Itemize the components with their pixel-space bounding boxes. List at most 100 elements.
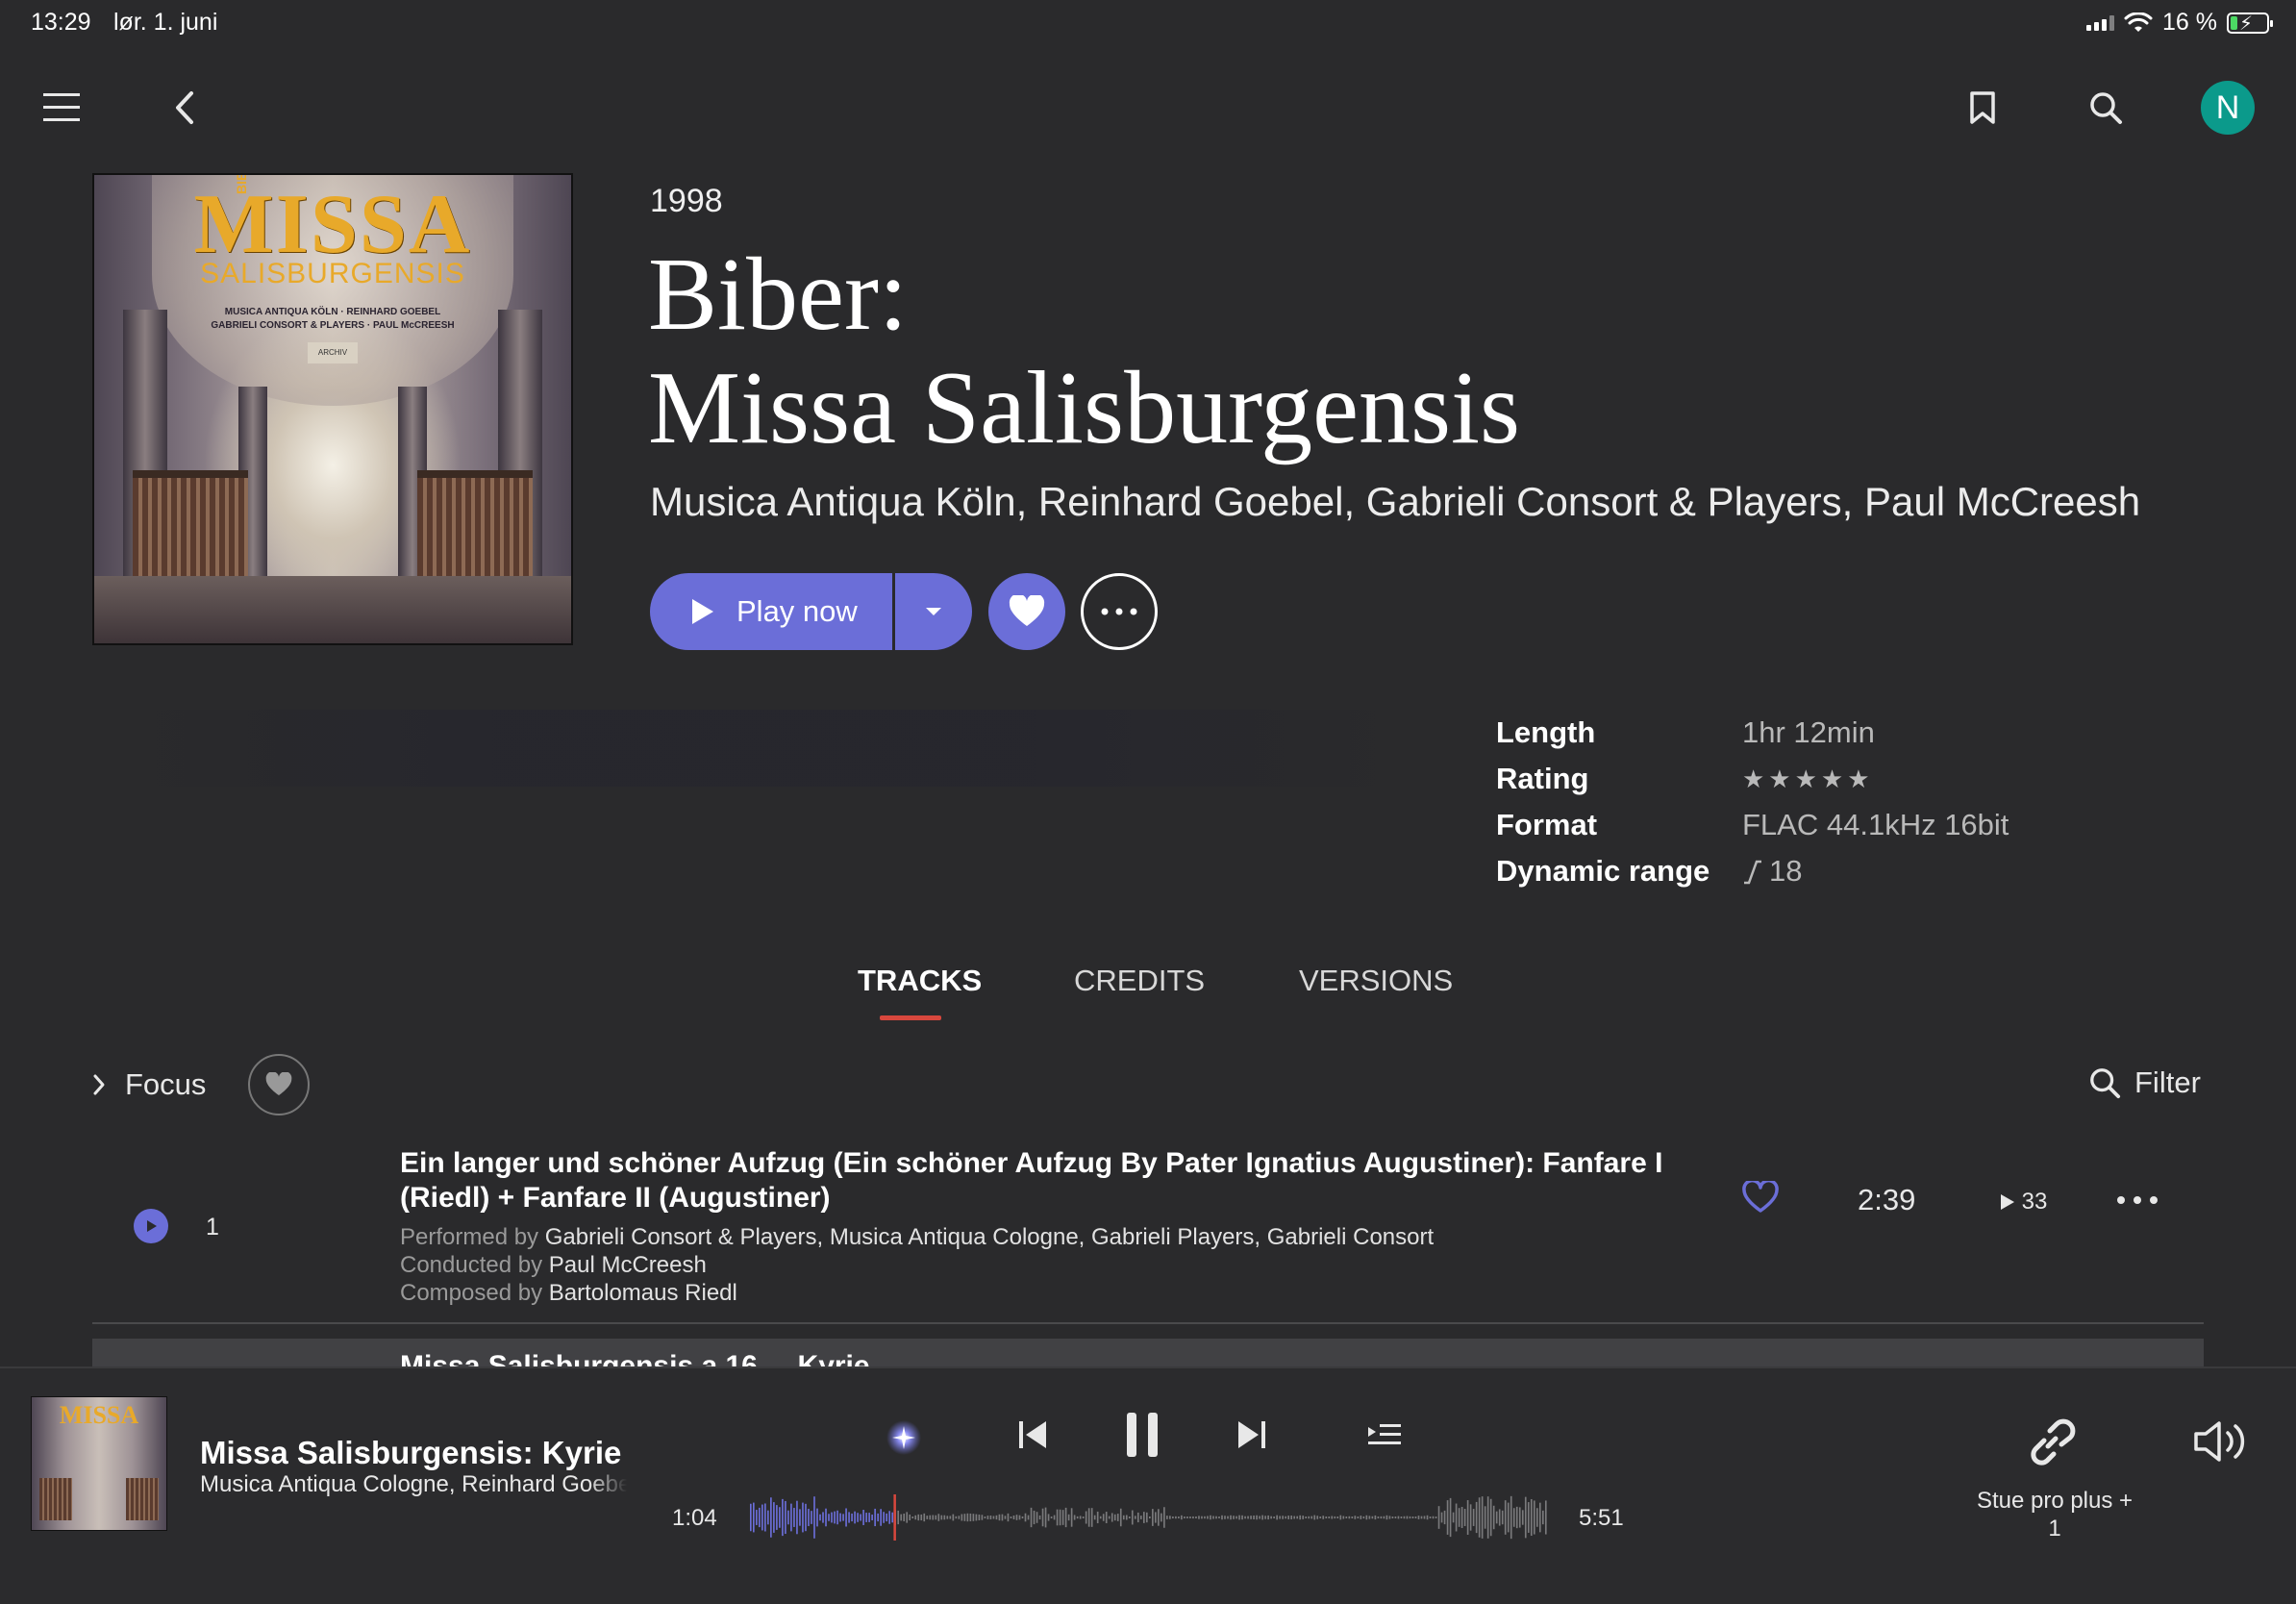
waveform-bar xyxy=(1533,1500,1535,1535)
waveform-bar xyxy=(1198,1516,1200,1519)
waveform-bar xyxy=(1067,1514,1070,1521)
performed-by-link[interactable]: Gabrieli Consort & Players, Musica Antiq… xyxy=(545,1224,1434,1250)
waveform-bar xyxy=(1111,1513,1113,1522)
track-favorite-icon[interactable] xyxy=(1742,1181,1779,1214)
tab-tracks[interactable]: TRACKS xyxy=(858,964,982,998)
waveform-bar xyxy=(1021,1516,1024,1519)
now-playing-artist[interactable]: Musica Antiqua Cologne, Reinhard Goebel xyxy=(200,1471,627,1498)
waveform-bar xyxy=(1348,1516,1351,1519)
waveform-bar xyxy=(1377,1516,1380,1518)
next-track-row[interactable]: Missa Salisburgensis a 16 ... Kyrie xyxy=(92,1339,2204,1367)
hamburger-icon[interactable] xyxy=(42,88,81,127)
waveform-bar xyxy=(978,1514,981,1521)
waveform-bar xyxy=(1012,1515,1015,1520)
waveform-bar xyxy=(929,1515,932,1520)
waveform-bar xyxy=(819,1514,821,1521)
cover-vertical-text: BIBER xyxy=(234,173,249,194)
skip-next-icon[interactable] xyxy=(1233,1416,1271,1454)
waveform-bar xyxy=(770,1497,772,1538)
length-label: Length xyxy=(1496,715,1596,749)
waveform-bar xyxy=(1024,1513,1027,1522)
waveform-bar xyxy=(1218,1516,1220,1518)
playhead[interactable] xyxy=(893,1494,896,1541)
waveform-bar xyxy=(1435,1516,1437,1518)
now-playing-title[interactable]: Missa Salisburgensis: Kyrie xyxy=(200,1435,621,1471)
play-options-dropdown[interactable] xyxy=(895,573,972,650)
waveform-bar xyxy=(972,1514,975,1521)
waveform-bar xyxy=(1131,1510,1134,1525)
waveform-bar xyxy=(984,1516,986,1518)
radio-sparkle-icon[interactable] xyxy=(885,1418,923,1457)
favorites-filter-button[interactable] xyxy=(248,1054,310,1115)
waveform-bar xyxy=(1134,1516,1136,1519)
waveform-bar xyxy=(1484,1506,1486,1529)
waveform-bar xyxy=(1368,1516,1371,1519)
waveform-bar xyxy=(1501,1510,1504,1525)
track-playing-icon[interactable] xyxy=(134,1209,168,1243)
waveform-bar xyxy=(1276,1515,1278,1520)
waveform-bar xyxy=(1244,1516,1246,1519)
waveform-bar xyxy=(1535,1508,1538,1527)
waveform-bar xyxy=(1061,1510,1064,1525)
volume-icon[interactable] xyxy=(2192,1417,2250,1466)
search-icon[interactable] xyxy=(2086,88,2125,127)
pause-icon[interactable] xyxy=(1121,1410,1163,1460)
waveform-bar xyxy=(1362,1516,1365,1519)
dynamic-range-icon xyxy=(1744,860,1761,885)
waveform-bar xyxy=(961,1514,963,1521)
link-icon[interactable] xyxy=(2019,1412,2084,1473)
waveform-bar xyxy=(1041,1508,1044,1527)
back-chevron-icon[interactable] xyxy=(169,88,200,127)
more-options-button[interactable] xyxy=(1081,573,1158,650)
waveform-bar xyxy=(909,1514,911,1521)
focus-toggle[interactable]: Focus xyxy=(92,1067,206,1102)
waveform-bar xyxy=(1264,1516,1266,1519)
waveform-bar xyxy=(992,1516,995,1519)
waveform-bar xyxy=(1253,1516,1255,1519)
waveform-bar xyxy=(1282,1516,1284,1519)
track-more-icon[interactable] xyxy=(2113,1181,2161,1219)
waveform-bar xyxy=(1096,1511,1099,1524)
playback-device[interactable]: Stue pro plus + 1 xyxy=(1963,1487,2146,1542)
tab-credits[interactable]: CREDITS xyxy=(1074,964,1205,998)
waveform-bar xyxy=(1221,1515,1223,1520)
chevron-right-icon xyxy=(93,1074,105,1095)
track-play-count: 33 xyxy=(2000,1189,2047,1216)
waveform-bar xyxy=(1420,1516,1423,1519)
now-playing-cover[interactable]: MISSA xyxy=(31,1396,167,1531)
waveform-bar xyxy=(1524,1496,1527,1539)
waveform-bar xyxy=(1018,1515,1021,1520)
track-title[interactable]: Ein langer und schöner Aufzug (Ein schön… xyxy=(400,1146,1679,1216)
queue-icon[interactable] xyxy=(1365,1417,1404,1452)
waveform-bar xyxy=(1102,1514,1105,1521)
play-now-button[interactable]: Play now xyxy=(650,573,892,650)
rating-stars[interactable]: ★★★★★ xyxy=(1742,764,1874,794)
waveform-bar xyxy=(1313,1515,1316,1520)
waveform-bar xyxy=(1475,1501,1478,1534)
waveform-bar xyxy=(1411,1516,1414,1518)
favorite-button[interactable] xyxy=(988,573,1065,650)
waveform-bar xyxy=(1345,1516,1348,1518)
album-artists[interactable]: Musica Antiqua Köln, Reinhard Goebel, Ga… xyxy=(650,479,2140,525)
waveform-bar xyxy=(1507,1502,1510,1533)
waveform-bar xyxy=(1351,1516,1354,1518)
composed-by-link[interactable]: Bartolomaus Riedl xyxy=(549,1280,737,1306)
waveform-bar xyxy=(1099,1516,1102,1519)
waveform-bar xyxy=(1033,1510,1036,1525)
track-credits: Performed by Gabrieli Consort & Players,… xyxy=(400,1224,1435,1306)
waveform-bar xyxy=(1119,1508,1122,1527)
user-avatar[interactable]: N xyxy=(2201,81,2255,135)
waveform-seek-bar[interactable] xyxy=(750,1494,1548,1541)
bookmark-icon[interactable] xyxy=(1967,88,1998,127)
tab-versions[interactable]: VERSIONS xyxy=(1299,964,1453,998)
waveform-bar xyxy=(785,1500,786,1535)
cover-performers: MUSICA ANTIQUA KÖLN · REINHARD GOEBEL GA… xyxy=(211,307,455,331)
waveform-bar xyxy=(1446,1500,1449,1535)
filter-button[interactable]: Filter xyxy=(2088,1065,2201,1100)
waveform-bar xyxy=(1437,1506,1440,1529)
waveform-bar xyxy=(998,1514,1001,1521)
conducted-by-link[interactable]: Paul McCreesh xyxy=(549,1252,707,1278)
skip-previous-icon[interactable] xyxy=(1013,1416,1052,1454)
rating-label: Rating xyxy=(1496,762,1589,795)
waveform-bar xyxy=(1510,1495,1512,1540)
